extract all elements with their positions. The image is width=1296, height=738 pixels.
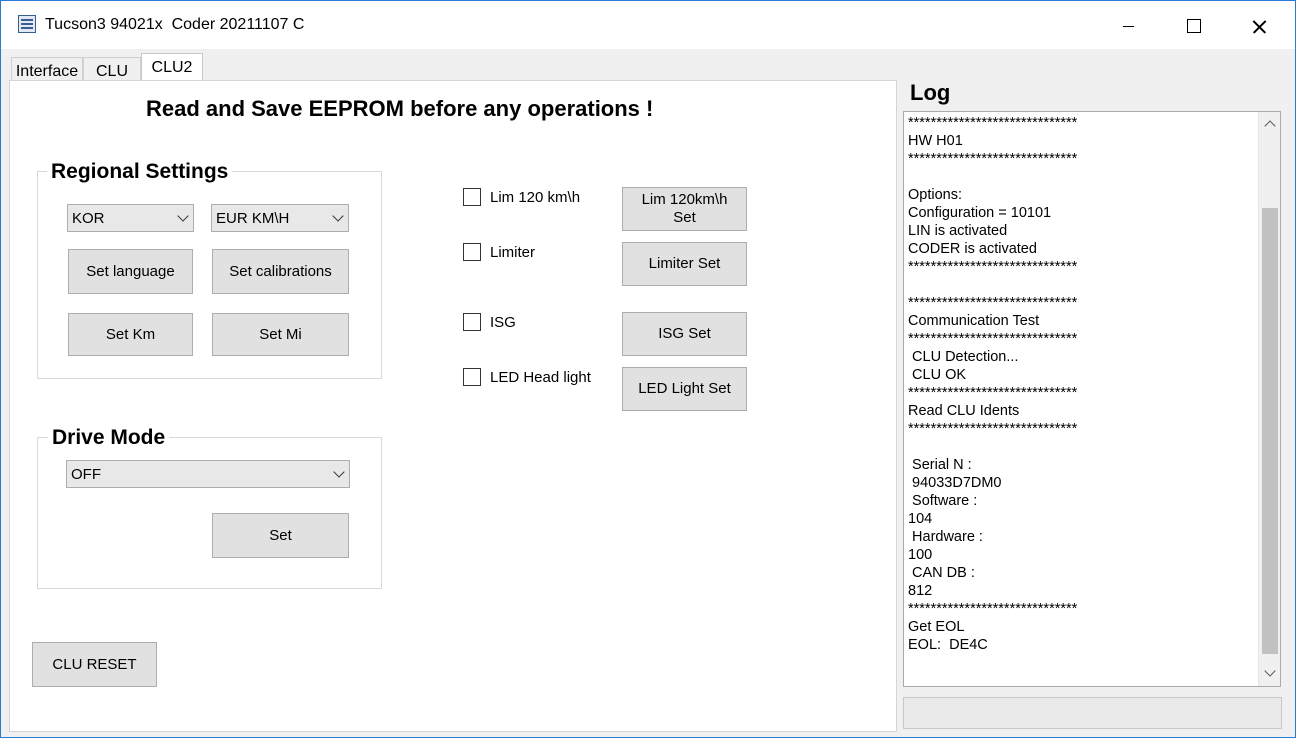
isg-option[interactable]: ISG (463, 312, 516, 332)
limiter-option[interactable]: Limiter (463, 242, 535, 262)
isg-label: ISG (490, 313, 516, 331)
drive-mode-select[interactable]: OFF (66, 460, 350, 488)
language-select-value: KOR (72, 210, 105, 227)
isg-set-button[interactable]: ISG Set (622, 312, 747, 356)
progress-bar (903, 697, 1282, 729)
led-light-set-button[interactable]: LED Light Set (622, 367, 747, 411)
isg-checkbox[interactable] (463, 313, 481, 331)
clu-reset-button[interactable]: CLU RESET (32, 642, 157, 687)
calibration-select-value: EUR KM\H (216, 210, 290, 227)
led-option[interactable]: LED Head light (463, 367, 591, 387)
log-scrollbar[interactable] (1258, 112, 1280, 686)
drive-mode-set-button[interactable]: Set (212, 513, 349, 558)
chevron-down-icon (333, 466, 345, 478)
lim120-checkbox[interactable] (463, 188, 481, 206)
minimize-icon[interactable] (1097, 1, 1163, 49)
window-title: Tucson3 94021x Coder 20211107 C (45, 16, 305, 33)
close-icon[interactable] (1227, 1, 1293, 49)
can-coder-app-icon (18, 15, 36, 33)
tab-clu2[interactable]: CLU2 (141, 53, 203, 82)
scroll-up-icon[interactable] (1259, 112, 1280, 136)
tab-interface[interactable]: Interface (11, 57, 83, 81)
app-window: Tucson3 94021x Coder 20211107 C Interfac… (0, 0, 1296, 738)
maximize-icon[interactable] (1161, 1, 1227, 49)
regional-settings-title: Regional Settings (47, 160, 233, 184)
log-textbox[interactable]: ****************************** HW H01 **… (903, 111, 1281, 687)
limiter-label: Limiter (490, 243, 536, 261)
set-mi-button[interactable]: Set Mi (212, 313, 349, 356)
set-language-button[interactable]: Set language (68, 249, 193, 294)
eeprom-warning: Read and Save EEPROM before any operatio… (146, 96, 654, 121)
title-bar[interactable]: Tucson3 94021x Coder 20211107 C (1, 1, 1295, 49)
led-headlight-label: LED Head light (490, 368, 591, 386)
log-content: ****************************** HW H01 **… (908, 115, 1078, 653)
language-select[interactable]: KOR (67, 204, 194, 232)
drive-mode-select-value: OFF (71, 466, 101, 483)
set-calibrations-button[interactable]: Set calibrations (212, 249, 349, 294)
lim120-label: Lim 120 km\h (490, 188, 581, 206)
set-km-button[interactable]: Set Km (68, 313, 193, 356)
led-headlight-checkbox[interactable] (463, 368, 481, 386)
drive-mode-title: Drive Mode (48, 426, 170, 450)
scroll-down-icon[interactable] (1259, 662, 1280, 686)
calibration-select[interactable]: EUR KM\H (211, 204, 349, 232)
limiter-checkbox[interactable] (463, 243, 481, 261)
lim120-option[interactable]: Lim 120 km\h (463, 187, 580, 207)
tab-clu[interactable]: CLU (83, 57, 141, 81)
limiter-set-button[interactable]: Limiter Set (622, 242, 747, 286)
chevron-down-icon (177, 210, 189, 222)
scroll-thumb[interactable] (1262, 208, 1278, 654)
chevron-down-icon (332, 210, 344, 222)
lim120-set-button[interactable]: Lim 120km\h Set (622, 187, 747, 231)
log-title: Log (910, 80, 951, 105)
